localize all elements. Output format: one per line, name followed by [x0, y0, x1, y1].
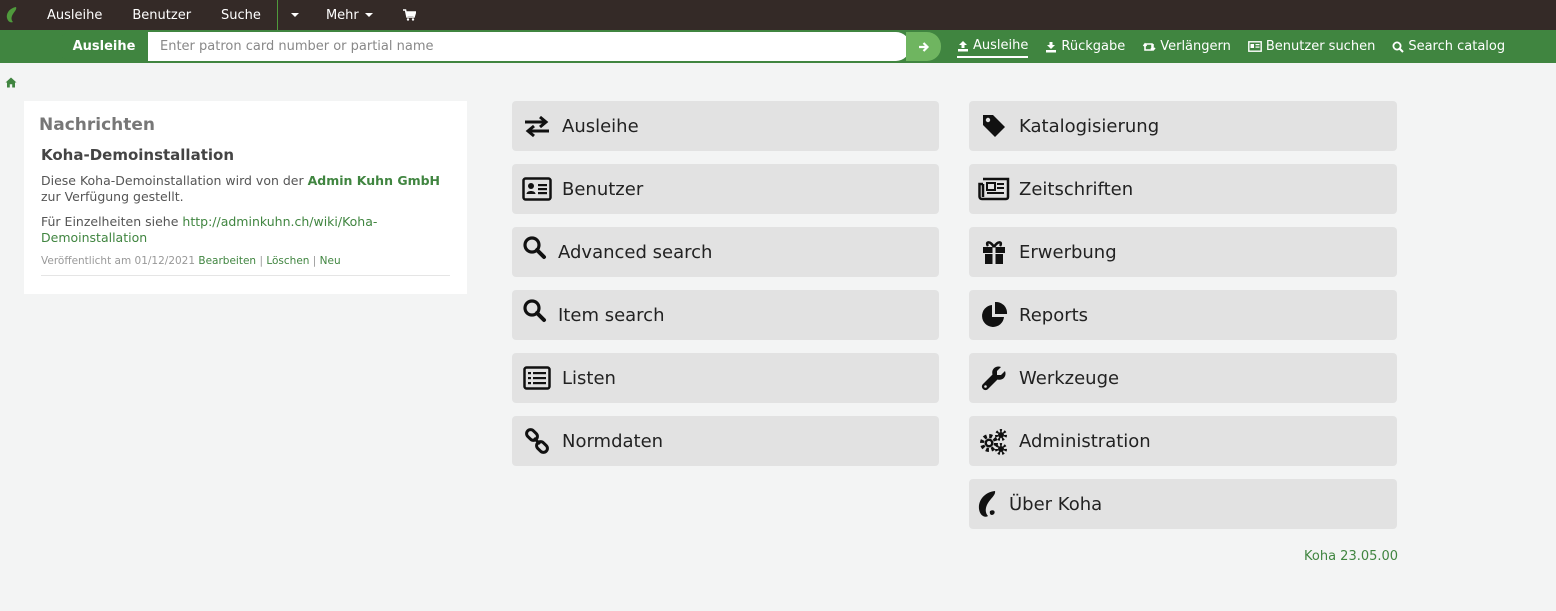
module-item-search[interactable]: Item search — [512, 290, 939, 340]
nav-item-suche[interactable]: Suche — [206, 0, 276, 30]
module-katalogisierung[interactable]: Katalogisierung — [969, 101, 1397, 151]
module-label: Werkzeuge — [1019, 367, 1120, 389]
tool-rueckgabe-label: Rückgabe — [1061, 39, 1126, 54]
module-ueber-koha[interactable]: Über Koha — [969, 479, 1397, 529]
module-zeitschriften[interactable]: Zeitschriften — [969, 164, 1397, 214]
pie-chart-icon — [969, 290, 1019, 340]
search-type-label[interactable]: Ausleihe — [58, 32, 150, 61]
module-benutzer[interactable]: Benutzer — [512, 164, 939, 214]
tool-benutzer-suchen-label: Benutzer suchen — [1265, 39, 1376, 54]
tag-icon — [969, 101, 1019, 151]
search-dropdown-toggle[interactable] — [279, 0, 311, 30]
module-label: Item search — [558, 304, 665, 326]
tool-ausleihe-label: Ausleihe — [973, 38, 1029, 53]
tool-benutzer-suchen[interactable]: Benutzer suchen — [1247, 36, 1376, 58]
header-tools: Ausleihe Rückgabe Verlängern Benutzer su… — [957, 30, 1522, 63]
module-administration[interactable]: Administration — [969, 416, 1397, 466]
module-erwerbung[interactable]: Erwerbung — [969, 227, 1397, 277]
news-details-prefix: Für Einzelheiten siehe — [41, 214, 183, 229]
module-label: Ausleihe — [562, 115, 639, 137]
retweet-icon — [1143, 42, 1156, 51]
module-label: Zeitschriften — [1019, 178, 1134, 200]
nav-more-label: Mehr — [325, 7, 359, 23]
newspaper-icon — [969, 164, 1019, 214]
module-label: Advanced search — [558, 241, 713, 263]
news-item-details: Für Einzelheiten siehe http://adminkuhn.… — [41, 214, 450, 246]
module-ausleihe[interactable]: Ausleihe — [512, 101, 939, 151]
caret-down-icon — [290, 13, 299, 17]
news-heading: Nachrichten — [39, 115, 156, 135]
cart-icon — [402, 9, 416, 21]
news-item-body: Diese Koha-Demoinstallation wird von der… — [41, 173, 450, 205]
tool-rueckgabe[interactable]: Rückgabe — [1045, 36, 1125, 58]
module-label: Über Koha — [1009, 493, 1103, 515]
module-label: Reports — [1019, 304, 1089, 326]
header-search-bar: Ausleihe Enter patron card number or par… — [0, 30, 1556, 63]
module-label: Erwerbung — [1019, 241, 1117, 263]
module-label: Normdaten — [562, 430, 664, 452]
tool-ausleihe[interactable]: Ausleihe — [957, 36, 1029, 58]
cogs-icon — [969, 416, 1019, 466]
module-label: Administration — [1019, 430, 1151, 452]
meta-separator: | — [312, 255, 317, 267]
koha-version[interactable]: Koha 23.05.00 — [1304, 549, 1398, 564]
breadcrumb — [5, 74, 19, 90]
koha-logo-icon — [969, 479, 1009, 529]
news-panel: Nachrichten Koha-Demoinstallation Diese … — [24, 101, 467, 294]
caret-down-icon — [364, 13, 373, 17]
news-delete-link[interactable]: Löschen — [266, 255, 309, 267]
nav-item-ausleihe[interactable]: Ausleihe — [32, 0, 117, 30]
news-item-title: Koha-Demoinstallation — [41, 146, 234, 164]
gift-icon — [969, 227, 1019, 277]
upload-icon — [958, 40, 968, 51]
search-icon — [512, 227, 558, 277]
news-edit-link[interactable]: Bearbeiten — [198, 255, 256, 267]
module-label: Katalogisierung — [1019, 115, 1160, 137]
module-reports[interactable]: Reports — [969, 290, 1397, 340]
news-text-after: zur Verfügung gestellt. — [41, 189, 184, 204]
tool-search-catalog-label: Search catalog — [1408, 39, 1506, 54]
news-published-date: Veröffentlicht am 01/12/2021 — [41, 255, 196, 267]
home-icon[interactable] — [5, 77, 17, 88]
module-listen[interactable]: Listen — [512, 353, 939, 403]
cart-button[interactable] — [388, 0, 431, 30]
tool-verlaengern[interactable]: Verlängern — [1142, 36, 1231, 58]
id-card-icon — [512, 164, 562, 214]
link-icon — [512, 416, 562, 466]
wrench-icon — [969, 353, 1019, 403]
news-company-link[interactable]: Admin Kuhn GmbH — [308, 173, 440, 188]
module-advanced-search[interactable]: Advanced search — [512, 227, 939, 277]
nav-item-mehr[interactable]: Mehr — [311, 0, 388, 30]
koha-logo-icon[interactable] — [0, 0, 26, 30]
search-submit-button[interactable] — [906, 32, 941, 61]
top-navigation: Ausleihe Benutzer Suche Mehr — [0, 0, 1556, 30]
patron-search-input[interactable]: Enter patron card number or partial name — [148, 32, 910, 61]
arrow-right-icon — [918, 41, 929, 52]
list-icon — [512, 353, 562, 403]
search-icon — [1392, 41, 1405, 53]
tool-search-catalog[interactable]: Search catalog — [1392, 36, 1505, 58]
news-meta: Veröffentlicht am 01/12/2021 Bearbeiten … — [41, 255, 450, 276]
news-new-link[interactable]: Neu — [320, 255, 341, 267]
meta-separator: | — [259, 255, 263, 267]
id-card-icon — [1247, 41, 1262, 52]
module-label: Listen — [562, 367, 616, 389]
search-icon — [512, 290, 558, 340]
exchange-icon — [512, 101, 562, 151]
module-label: Benutzer — [562, 178, 644, 200]
download-icon — [1046, 41, 1057, 52]
news-text-before: Diese Koha-Demoinstallation wird von der — [41, 173, 308, 188]
module-normdaten[interactable]: Normdaten — [512, 416, 939, 466]
tool-verlaengern-label: Verlängern — [1160, 39, 1231, 54]
nav-item-benutzer[interactable]: Benutzer — [117, 0, 206, 30]
module-werkzeuge[interactable]: Werkzeuge — [969, 353, 1397, 403]
nav-separator — [276, 0, 278, 30]
